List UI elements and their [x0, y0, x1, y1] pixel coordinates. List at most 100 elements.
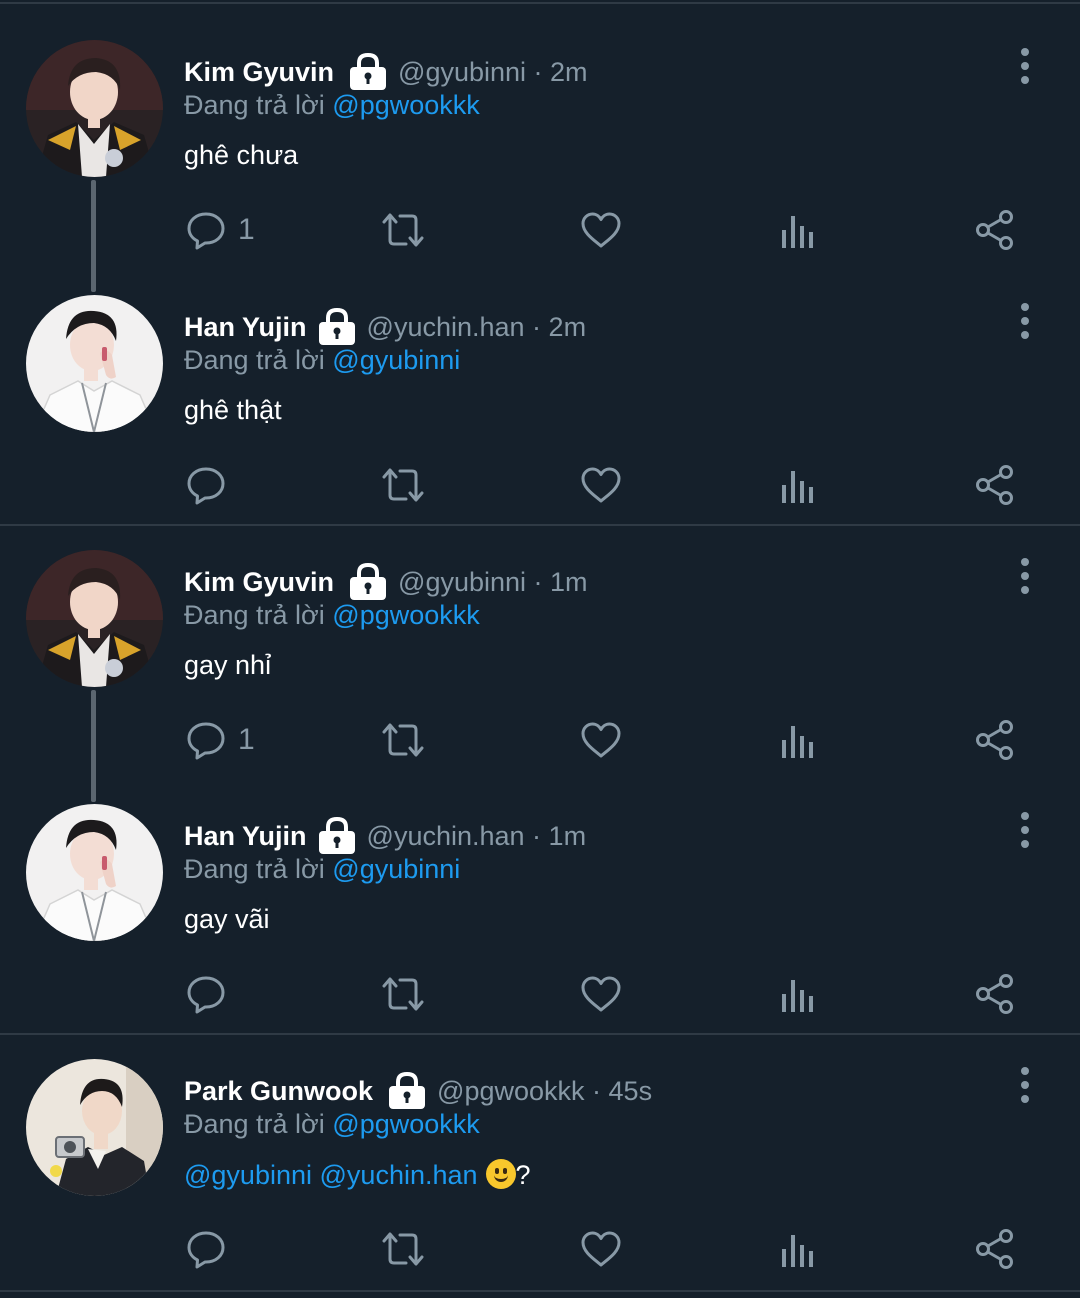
reply-button[interactable]	[186, 1226, 238, 1272]
tweet-actions	[0, 971, 1080, 1017]
reply-button[interactable]: 1	[186, 207, 255, 253]
replying-to: Đang trả lời @pgwookkk	[184, 600, 480, 631]
tweet[interactable]: Park Gunwook @pgwookkk · 45s Đang trả lờ…	[0, 1019, 1080, 1269]
replying-to-label: Đang trả lời	[184, 90, 325, 120]
display-name[interactable]: Park Gunwook	[184, 1076, 373, 1107]
replying-to-mention[interactable]: @pgwookkk	[332, 90, 479, 120]
slightly-smiling-face-icon	[485, 1159, 516, 1189]
reply-icon	[187, 1231, 225, 1269]
share-button[interactable]	[974, 971, 1016, 1017]
share-icon	[976, 974, 1013, 1014]
timestamp[interactable]: 1m	[550, 567, 588, 598]
heart-icon	[581, 212, 621, 248]
tweet[interactable]: Han Yujin @yuchin.han · 1m Đang trả lời …	[0, 764, 1080, 1014]
more-vertical-icon[interactable]	[1010, 558, 1040, 594]
tweet[interactable]: Kim Gyuvin @gyubinni · 1m Đang trả lời @…	[0, 510, 1080, 802]
lock-icon	[317, 817, 357, 855]
analytics-icon	[782, 980, 813, 1012]
tweet[interactable]: Kim Gyuvin @gyubinni · 2m Đang trả lời @…	[0, 0, 1080, 292]
more-vertical-icon[interactable]	[1010, 48, 1040, 84]
more-vertical-icon[interactable]	[1010, 303, 1040, 339]
timestamp[interactable]: 45s	[609, 1076, 653, 1107]
avatar[interactable]	[26, 550, 163, 687]
reply-button[interactable]	[186, 971, 238, 1017]
dot-separator: ·	[524, 820, 549, 851]
dot-separator: ·	[526, 56, 551, 87]
retweet-button[interactable]	[380, 717, 426, 763]
views-button[interactable]	[780, 1226, 814, 1272]
heart-icon	[581, 976, 621, 1012]
replying-to-mention[interactable]: @gyubinni	[332, 345, 460, 375]
display-name[interactable]: Han Yujin	[184, 312, 307, 343]
share-button[interactable]	[974, 717, 1016, 763]
avatar-photo-icon	[26, 804, 163, 941]
username-handle[interactable]: @yuchin.han	[367, 821, 525, 852]
views-button[interactable]	[780, 462, 814, 508]
like-button[interactable]	[580, 971, 622, 1017]
more-vertical-icon[interactable]	[1010, 1067, 1040, 1103]
tweet-header: Han Yujin @yuchin.han · 2m	[184, 307, 586, 347]
analytics-icon	[782, 471, 813, 503]
replying-to-mention[interactable]: @pgwookkk	[332, 1109, 479, 1139]
timestamp[interactable]: 1m	[549, 821, 587, 852]
replying-to: Đang trả lời @gyubinni	[184, 854, 460, 885]
replying-to-mention[interactable]: @pgwookkk	[332, 600, 479, 630]
heart-icon	[581, 722, 621, 758]
tweet-text-mention[interactable]: @yuchin.han	[320, 1160, 478, 1190]
tweet[interactable]: Han Yujin @yuchin.han · 2m Đang trả lời …	[0, 255, 1080, 505]
username-handle[interactable]: @gyubinni	[398, 567, 526, 598]
views-button[interactable]	[780, 207, 814, 253]
username-handle[interactable]: @pgwookkk	[437, 1076, 584, 1107]
like-button[interactable]	[580, 717, 622, 763]
display-name[interactable]: Kim Gyuvin	[184, 57, 334, 88]
retweet-button[interactable]	[380, 207, 426, 253]
retweet-button[interactable]	[380, 462, 426, 508]
replying-to: Đang trả lời @pgwookkk	[184, 90, 480, 121]
replying-to-mention[interactable]: @gyubinni	[332, 854, 460, 884]
tweet-header: Han Yujin @yuchin.han · 1m	[184, 816, 586, 856]
reply-button[interactable]	[186, 462, 238, 508]
views-button[interactable]	[780, 717, 814, 763]
like-button[interactable]	[580, 207, 622, 253]
replying-to-label: Đang trả lời	[184, 1109, 325, 1139]
avatar[interactable]	[26, 40, 163, 177]
share-button[interactable]	[974, 1226, 1016, 1272]
replying-to: Đang trả lời @pgwookkk	[184, 1109, 480, 1140]
replying-to: Đang trả lời @gyubinni	[184, 345, 460, 376]
display-name[interactable]: Han Yujin	[184, 821, 307, 852]
username-handle[interactable]: @yuchin.han	[367, 312, 525, 343]
reply-icon	[187, 467, 225, 505]
tweet-text-suffix: ?	[515, 1160, 531, 1190]
username-handle[interactable]: @gyubinni	[398, 57, 526, 88]
timestamp[interactable]: 2m	[550, 57, 588, 88]
tweet-header: Kim Gyuvin @gyubinni · 2m	[184, 52, 588, 92]
lock-icon	[348, 563, 388, 601]
retweet-button[interactable]	[380, 1226, 426, 1272]
reply-count: 1	[238, 723, 255, 756]
analytics-icon	[782, 1235, 813, 1267]
avatar-photo-icon	[26, 40, 163, 177]
heart-icon	[581, 467, 621, 503]
views-button[interactable]	[780, 971, 814, 1017]
tweet-text-mention[interactable]: @gyubinni	[184, 1160, 312, 1190]
reply-button[interactable]: 1	[186, 717, 255, 763]
share-icon	[976, 210, 1013, 250]
share-button[interactable]	[974, 462, 1016, 508]
avatar[interactable]	[26, 1059, 163, 1196]
retweet-button[interactable]	[380, 971, 426, 1017]
like-button[interactable]	[580, 1226, 622, 1272]
share-button[interactable]	[974, 207, 1016, 253]
share-icon	[976, 720, 1013, 760]
tweet-text: ghê chưa	[184, 140, 299, 170]
tweet-actions	[0, 1226, 1080, 1272]
like-button[interactable]	[580, 462, 622, 508]
avatar[interactable]	[26, 295, 163, 432]
analytics-icon	[782, 216, 813, 248]
more-vertical-icon[interactable]	[1010, 812, 1040, 848]
dot-separator: ·	[584, 1075, 609, 1106]
display-name[interactable]: Kim Gyuvin	[184, 567, 334, 598]
reply-icon	[187, 722, 225, 760]
timestamp[interactable]: 2m	[549, 312, 587, 343]
replying-to-label: Đang trả lời	[184, 345, 325, 375]
avatar[interactable]	[26, 804, 163, 941]
